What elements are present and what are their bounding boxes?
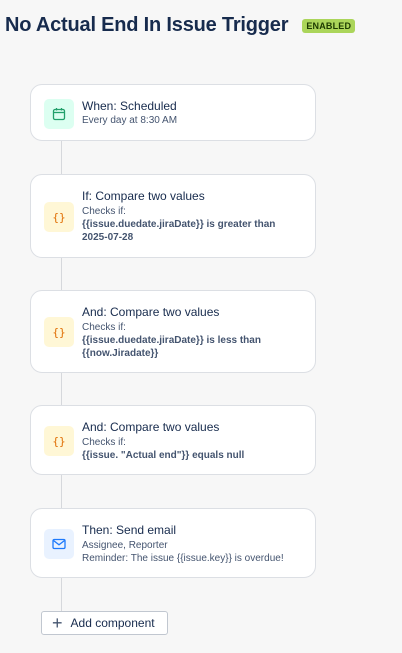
component-detail: Every day at 8:30 AM (82, 115, 178, 126)
action-card[interactable]: Then: Send email Assignee, Reporter Remi… (30, 508, 316, 578)
condition-card[interactable]: {} And: Compare two values Checks if: {{… (30, 405, 316, 475)
svg-text:{}: {} (52, 211, 65, 224)
email-subject: Reminder: The issue {{issue.key}} is ove… (82, 553, 284, 564)
braces-icon: {} (44, 202, 74, 232)
status-badge: ENABLED (302, 18, 356, 33)
svg-text:{}: {} (52, 326, 65, 339)
component-title: Then: Send email (82, 523, 177, 537)
condition-expression: {{issue.duedate.jiraDate}} is less than (82, 335, 261, 346)
plus-icon: + (52, 613, 63, 633)
component-title: When: Scheduled (82, 99, 177, 113)
mail-icon (44, 529, 74, 559)
svg-text:{}: {} (52, 435, 65, 448)
condition-card[interactable]: {} If: Compare two values Checks if: {{i… (30, 174, 316, 258)
component-detail: Checks if: (82, 437, 126, 448)
calendar-icon (44, 99, 74, 129)
rule-header: No Actual End In Issue Trigger ENABLED (5, 14, 356, 37)
trigger-card[interactable]: When: Scheduled Every day at 8:30 AM (30, 84, 316, 141)
condition-expression: {{issue.duedate.jiraDate}} is greater th… (82, 219, 276, 230)
email-recipients: Assignee, Reporter (82, 540, 168, 551)
component-title: And: Compare two values (82, 305, 220, 319)
component-detail: Checks if: (82, 206, 126, 217)
condition-card[interactable]: {} And: Compare two values Checks if: {{… (30, 290, 316, 373)
condition-value: 2025-07-28 (82, 232, 134, 243)
component-title: If: Compare two values (82, 189, 205, 203)
add-component-button[interactable]: + Add component (41, 611, 168, 635)
rule-title: No Actual End In Issue Trigger (5, 14, 289, 36)
component-detail: Checks if: (82, 322, 126, 333)
condition-expression: {{issue. "Actual end"}} equals null (82, 450, 245, 461)
braces-icon: {} (44, 317, 74, 347)
add-component-label: Add component (70, 616, 155, 630)
braces-icon: {} (44, 426, 74, 456)
condition-value: {{now.Jiradate}} (82, 348, 159, 359)
component-title: And: Compare two values (82, 420, 220, 434)
